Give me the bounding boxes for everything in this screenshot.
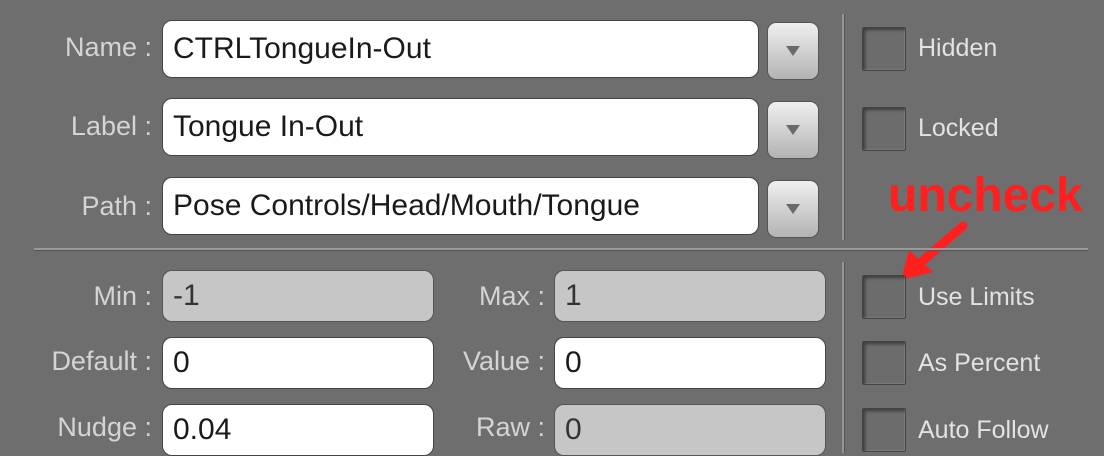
raw-label: Raw :	[475, 412, 545, 442]
as-percent-checkbox-label: As Percent	[918, 349, 1041, 377]
locked-checkbox-label: Locked	[918, 114, 999, 142]
path-dropdown-button[interactable]	[767, 180, 819, 238]
max-label: Max :	[478, 281, 545, 311]
value-input[interactable]: 0	[554, 337, 826, 389]
min-label: Min :	[93, 281, 152, 311]
locked-checkbox[interactable]	[862, 107, 906, 151]
default-label: Default :	[51, 346, 152, 376]
vertical-divider-top	[842, 14, 845, 240]
name-dropdown-button[interactable]	[767, 22, 819, 80]
uncheck-annotation: uncheck	[888, 169, 1083, 222]
nudge-input[interactable]: 0.04	[162, 404, 434, 456]
default-input[interactable]: 0	[162, 337, 434, 389]
hidden-checkbox-label: Hidden	[918, 34, 998, 62]
auto-follow-checkbox[interactable]	[862, 408, 906, 452]
label-dropdown-button[interactable]	[767, 101, 819, 159]
name-input[interactable]: CTRLTongueIn-Out	[162, 20, 759, 78]
chevron-down-icon	[786, 204, 800, 214]
auto-follow-checkbox-label: Auto Follow	[918, 416, 1049, 444]
raw-input[interactable]: 0	[554, 404, 826, 456]
use-limits-checkbox-label: Use Limits	[918, 283, 1035, 311]
path-input[interactable]: Pose Controls/Head/Mouth/Tongue	[162, 177, 759, 235]
min-input[interactable]: -1	[162, 270, 434, 322]
path-label: Path :	[81, 191, 152, 221]
value-label: Value :	[462, 346, 545, 376]
vertical-divider-bottom	[842, 262, 845, 453]
max-input[interactable]: 1	[554, 270, 826, 322]
label-label: Label :	[70, 111, 152, 141]
nudge-label: Nudge :	[57, 412, 152, 442]
as-percent-checkbox[interactable]	[862, 341, 906, 385]
chevron-down-icon	[786, 46, 800, 56]
name-label: Name :	[64, 32, 152, 62]
hidden-checkbox[interactable]	[862, 27, 906, 71]
arrow-icon	[901, 221, 968, 280]
use-limits-checkbox[interactable]	[862, 275, 906, 319]
chevron-down-icon	[786, 125, 800, 135]
label-input[interactable]: Tongue In-Out	[162, 98, 759, 156]
section-divider	[34, 248, 1088, 251]
